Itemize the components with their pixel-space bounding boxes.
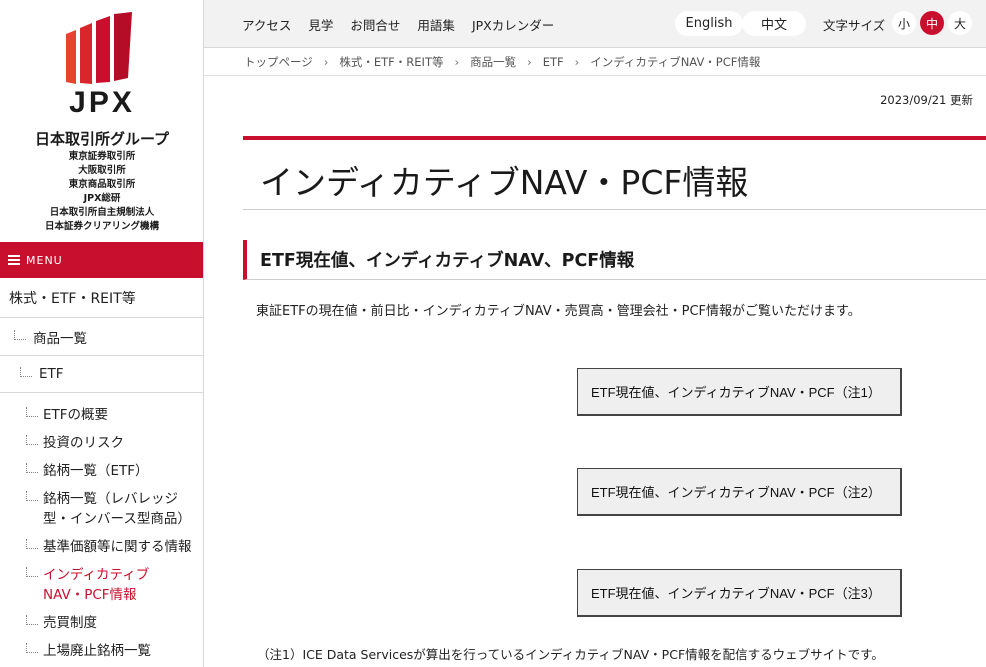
lang-chinese-button[interactable]: 中文 — [742, 11, 806, 36]
jpx-logo-mark-icon — [66, 12, 132, 84]
tree-branch-icon — [26, 491, 38, 501]
font-size-medium-button[interactable]: 中 — [920, 11, 944, 35]
description: 東証ETFの現在値・前日比・インディカティブNAV・売買高・管理会社・PCF情報… — [256, 304, 861, 319]
sidebar-item-products[interactable]: 商品一覧 — [0, 318, 203, 356]
sidebar-item-label: 銘柄一覧（ETF） — [43, 463, 149, 479]
nav-contact[interactable]: お問合せ — [350, 15, 400, 34]
tree-branch-icon — [26, 407, 38, 417]
section-title: ETF現在値、インディカティブNAV、PCF情報 — [260, 251, 635, 271]
sidebar-item-label: ETF — [39, 366, 64, 382]
page-title-block: インディカティブNAV・PCF情報 — [243, 136, 986, 210]
sidebar-item-trading-rules[interactable]: 売買制度 — [26, 613, 97, 633]
etf-nav-button-2[interactable]: ETF現在値、インディカティブNAV・PCF（注2） — [577, 468, 902, 516]
jpx-logo[interactable]: JPX 日本取引所グループ 東京証券取引所 大阪取引所 東京商品取引所 JPX総… — [0, 0, 203, 242]
tree-branch-icon — [20, 367, 32, 377]
company-name: 日本取引所自主規制法人 — [49, 207, 155, 218]
breadcrumb-separator: › — [454, 55, 460, 69]
sidebar-item-label: 基準価額等に関する情報 — [43, 539, 192, 555]
etf-nav-button-3[interactable]: ETF現在値、インディカティブNAV・PCF（注3） — [577, 569, 902, 617]
hamburger-icon — [8, 255, 20, 265]
breadcrumb-item[interactable]: トップページ — [244, 54, 313, 70]
breadcrumb-separator: › — [323, 55, 329, 69]
sidebar-item-indicative-nav[interactable]: インディカティブNAV・PCF情報 — [26, 565, 166, 605]
nav-calendar[interactable]: JPXカレンダー — [472, 15, 554, 34]
logo-group-name: 日本取引所グループ — [34, 130, 170, 148]
tree-branch-icon — [26, 643, 38, 653]
footnote-1: （注1）ICE Data Servicesが算出を行っているインディカティブNA… — [257, 647, 884, 662]
breadcrumb-item[interactable]: 株式・ETF・REIT等 — [339, 54, 443, 70]
etf-nav-button-1[interactable]: ETF現在値、インディカティブNAV・PCF（注1） — [577, 368, 902, 416]
sidebar-item-label: 投資のリスク — [43, 435, 124, 451]
sidebar-item-label: 商品一覧 — [33, 330, 87, 347]
sidebar-item-label: 上場廃止銘柄一覧 — [43, 643, 151, 659]
sidebar-item-etf-overview[interactable]: ETFの概要 — [26, 405, 108, 425]
sidebar-item-etf[interactable]: ETF — [0, 356, 203, 393]
sidebar-item-label: ETFの概要 — [43, 407, 109, 423]
menu-button[interactable]: MENU — [0, 242, 203, 278]
sidebar-item-risk[interactable]: 投資のリスク — [26, 433, 124, 453]
breadcrumb-item[interactable]: 商品一覧 — [470, 54, 516, 70]
global-nav: アクセス 見学 お問合せ 用語集 JPXカレンダー — [242, 15, 554, 34]
section-heading-block: ETF現在値、インディカティブNAV、PCF情報 — [243, 240, 986, 280]
tree-branch-icon — [26, 463, 38, 473]
breadcrumb-current: インディカティブNAV・PCF情報 — [590, 55, 761, 69]
sidebar-item-label: インディカティブNAV・PCF情報 — [43, 567, 150, 603]
company-name: JPX総研 — [83, 193, 121, 204]
font-size-label: 文字サイズ — [823, 18, 886, 33]
updated-date: 2023/09/21 更新 — [880, 93, 973, 107]
sidebar-item-leveraged-list[interactable]: 銘柄一覧（レバレッジ型・インバース型商品） — [26, 489, 196, 529]
logo-companies: 東京証券取引所 大阪取引所 東京商品取引所 JPX総研 日本取引所自主規制法人 … — [0, 150, 204, 234]
sidebar-item-label: 売買制度 — [43, 615, 97, 631]
sidebar-item-label: 株式・ETF・REIT等 — [9, 290, 136, 307]
sidebar-item-nav-info[interactable]: 基準価額等に関する情報 — [26, 537, 192, 557]
nav-glossary[interactable]: 用語集 — [417, 15, 455, 34]
nav-tour[interactable]: 見学 — [308, 15, 333, 34]
logo-wordmark: JPX — [69, 86, 135, 119]
page-title: インディカティブNAV・PCF情報 — [260, 163, 749, 202]
font-size-small-button[interactable]: 小 — [892, 11, 916, 35]
tree-branch-icon — [26, 435, 38, 445]
sidebar: JPX 日本取引所グループ 東京証券取引所 大阪取引所 東京商品取引所 JPX総… — [0, 0, 204, 667]
top-header: アクセス 見学 お問合せ 用語集 JPXカレンダー English 中文 文字サ… — [204, 0, 986, 48]
tree-branch-icon — [26, 615, 38, 625]
tree-branch-icon — [26, 567, 38, 577]
sidebar-item-stocks[interactable]: 株式・ETF・REIT等 — [0, 278, 203, 318]
font-size-large-button[interactable]: 大 — [948, 11, 972, 35]
breadcrumb-separator: › — [527, 55, 532, 69]
tree-branch-icon — [14, 329, 26, 340]
breadcrumb-separator: › — [574, 55, 580, 69]
sidebar-item-etf-list[interactable]: 銘柄一覧（ETF） — [26, 461, 149, 481]
lang-english-button[interactable]: English — [675, 11, 743, 36]
company-name: 大阪取引所 — [78, 165, 126, 176]
nav-access[interactable]: アクセス — [242, 15, 291, 34]
company-name: 東京証券取引所 — [68, 151, 136, 162]
breadcrumb: トップページ › 株式・ETF・REIT等 › 商品一覧 › ETF › インデ… — [204, 49, 986, 76]
company-name: 東京商品取引所 — [68, 179, 136, 190]
sidebar-item-label: 銘柄一覧（レバレッジ型・インバース型商品） — [43, 491, 191, 527]
breadcrumb-item[interactable]: ETF — [543, 55, 564, 69]
tree-branch-icon — [26, 539, 38, 549]
menu-label: MENU — [26, 253, 63, 267]
company-name: 日本証券クリアリング機構 — [44, 221, 159, 232]
sidebar-item-delisted[interactable]: 上場廃止銘柄一覧 — [26, 641, 151, 661]
